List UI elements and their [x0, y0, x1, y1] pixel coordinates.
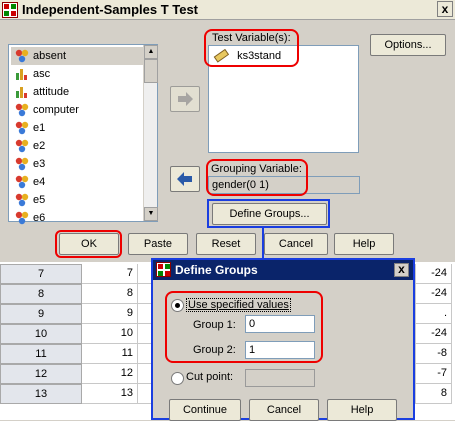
scroll-down-icon[interactable]: ▼ — [144, 207, 158, 221]
scale-icon — [14, 67, 30, 81]
arrow-left-icon — [177, 172, 192, 186]
variable-label: e2 — [33, 140, 46, 152]
define-groups-help-button[interactable]: Help — [327, 399, 397, 421]
variable-list-item[interactable]: absent — [11, 47, 143, 65]
specified-values-highlight — [165, 291, 323, 363]
variable-list-item[interactable]: e4 — [11, 173, 143, 191]
scroll-up-icon[interactable]: ▲ — [144, 45, 158, 59]
help-button[interactable]: Help — [334, 233, 394, 255]
table-cell[interactable]: 9 — [82, 304, 138, 324]
define-groups-close-button[interactable]: x — [394, 263, 409, 277]
nominal-icon — [14, 49, 30, 63]
row-number[interactable]: 8 — [0, 284, 82, 304]
define-groups-title: Define Groups — [175, 263, 258, 277]
variable-label: attitude — [33, 86, 70, 98]
row-number[interactable]: 11 — [0, 344, 82, 364]
table-cell[interactable]: 10 — [82, 324, 138, 344]
options-button[interactable]: Options... — [370, 34, 446, 56]
variable-list-item[interactable]: attitude — [11, 83, 143, 101]
variable-list-item[interactable]: computer — [11, 101, 143, 119]
row-number[interactable]: 9 — [0, 304, 82, 324]
scroll-thumb[interactable] — [144, 59, 158, 83]
close-button[interactable]: x — [437, 1, 453, 17]
variable-list-item[interactable]: e1 — [11, 119, 143, 137]
define-groups-highlight — [207, 199, 330, 228]
move-grouping-variable-button[interactable] — [170, 166, 200, 192]
table-cell[interactable]: 11 — [82, 344, 138, 364]
define-groups-titlebar: Define Groups x — [153, 260, 413, 280]
scale-icon — [14, 85, 30, 99]
variable-label: e6 — [33, 212, 46, 224]
table-cell[interactable]: -8 — [416, 344, 452, 364]
move-to-test-variables-button[interactable] — [170, 86, 200, 112]
test-variables-highlight — [204, 29, 299, 67]
row-number[interactable]: 7 — [0, 264, 82, 284]
cancel-button[interactable]: Cancel — [264, 233, 328, 255]
table-cell[interactable]: -24 — [416, 284, 452, 304]
window-titlebar: Independent-Samples T Test x — [0, 0, 455, 20]
row-number[interactable]: 13 — [0, 384, 82, 404]
table-cell[interactable]: 13 — [82, 384, 138, 404]
variable-label: e5 — [33, 194, 46, 206]
nominal-icon — [14, 157, 30, 171]
variable-list-item[interactable]: asc — [11, 65, 143, 83]
nominal-icon — [14, 193, 30, 207]
row-number[interactable]: 12 — [0, 364, 82, 384]
nominal-icon — [14, 211, 30, 225]
nominal-icon — [14, 139, 30, 153]
table-cell[interactable]: 8 — [416, 384, 452, 404]
continue-button[interactable]: Continue — [169, 399, 241, 421]
cut-point-label: Cut point: — [186, 371, 234, 383]
cut-point-input[interactable] — [245, 369, 315, 387]
spss-dialog-icon — [2, 2, 18, 18]
table-cell[interactable]: -24 — [416, 324, 452, 344]
variable-label: computer — [33, 104, 79, 116]
variable-list-item[interactable]: e6 — [11, 209, 143, 227]
variable-list-item[interactable]: e3 — [11, 155, 143, 173]
variable-label: e4 — [33, 176, 46, 188]
variable-label: asc — [33, 68, 51, 80]
table-cell[interactable]: 7 — [82, 264, 138, 284]
cut-point-radio[interactable] — [171, 372, 184, 385]
grouping-variable-highlight — [206, 159, 308, 196]
variable-list-item[interactable]: e5 — [11, 191, 143, 209]
table-cell[interactable]: -7 — [416, 364, 452, 384]
nominal-icon — [14, 103, 30, 117]
define-groups-cancel-button[interactable]: Cancel — [249, 399, 319, 421]
define-groups-dialog: Define Groups x Use specified values Gro… — [151, 258, 415, 421]
variable-label: absent — [33, 50, 67, 62]
row-number[interactable]: 10 — [0, 324, 82, 344]
table-cell[interactable]: 8 — [82, 284, 138, 304]
spss-dialog-icon — [156, 262, 171, 277]
table-cell[interactable]: 12 — [82, 364, 138, 384]
connector-line — [262, 227, 264, 260]
variable-list-scrollbar[interactable]: ▲ ▼ — [143, 45, 158, 221]
variable-list-item[interactable]: e2 — [11, 137, 143, 155]
paste-button[interactable]: Paste — [128, 233, 188, 255]
nominal-icon — [14, 175, 30, 189]
ok-highlight — [55, 230, 122, 258]
variable-list[interactable]: absent asc attitude computer e1 e2 e3 e4 e5 e6 — [8, 44, 158, 225]
table-cell[interactable]: -24 — [416, 264, 452, 284]
variable-label: e1 — [33, 122, 46, 134]
reset-button[interactable]: Reset — [196, 233, 256, 255]
table-cell[interactable]: . — [416, 304, 452, 324]
variable-label: e3 — [33, 158, 46, 170]
nominal-icon — [14, 121, 30, 135]
arrow-right-icon — [178, 92, 193, 106]
window-title: Independent-Samples T Test — [22, 2, 199, 17]
